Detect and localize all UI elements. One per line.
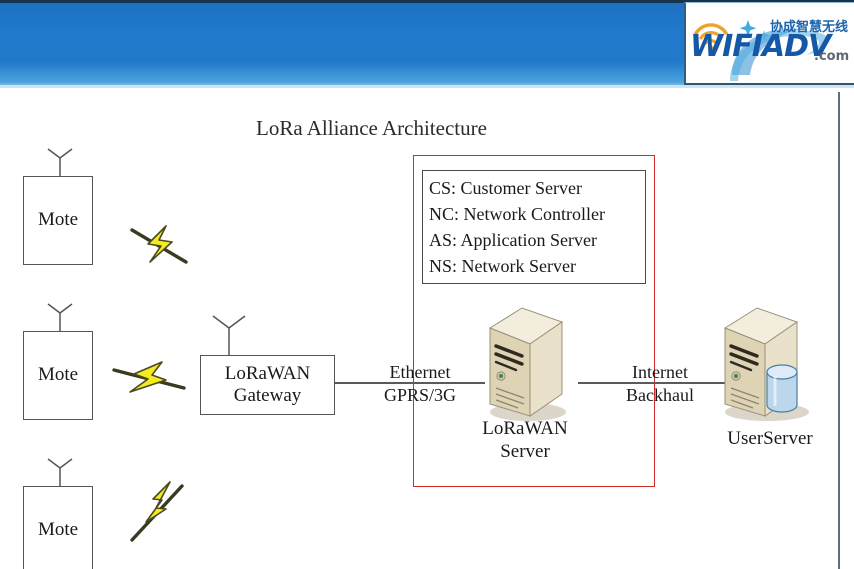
server-icon-lorawan-server[interactable]: [470, 300, 580, 425]
server-caption-lorawan-server-line1: LoRaWAN: [482, 418, 568, 439]
antenna-icon-mote-2: [47, 303, 73, 333]
legend-line-as: AS: Application Server: [429, 230, 597, 250]
gateway-label-line2: Gateway: [233, 385, 302, 406]
link-label-ethernet: Ethernet: [389, 362, 451, 382]
lightning-bolt-icon-mote-2: [112, 361, 186, 393]
node-mote-3[interactable]: Mote: [23, 486, 93, 569]
page-right-border: [838, 92, 840, 569]
legend-line-ns: NS: Network Server: [429, 256, 576, 276]
gateway-label-line1: LoRaWAN: [224, 362, 311, 384]
page-title: LoRa Alliance Architecture: [256, 116, 487, 140]
screenshot-root: 协成智慧无线 WIFIADV .com LoRa Alliance Archit…: [0, 0, 854, 569]
node-mote-2[interactable]: Mote: [23, 331, 93, 420]
node-mote-2-label: Mote: [37, 364, 79, 386]
database-icon-user-server: [766, 364, 798, 413]
node-mote-1[interactable]: Mote: [23, 176, 93, 265]
link-label-gprs3g: GPRS/3G: [383, 385, 457, 405]
legend-line-cs: CS: Customer Server: [429, 178, 582, 198]
logo-dotcom-suffix: .com: [814, 49, 850, 64]
lightning-bolt-icon-mote-3: [130, 481, 184, 542]
server-caption-user-server-line1: UserServer: [727, 428, 813, 449]
antenna-icon-mote-1: [47, 148, 73, 178]
lightning-bolt-icon-mote-1: [130, 225, 188, 264]
antenna-icon-gateway: [212, 315, 246, 355]
link-label-internet: Internet: [632, 362, 688, 382]
node-mote-3-label: Mote: [37, 519, 79, 541]
legend-line-nc: NC: Network Controller: [429, 204, 605, 224]
server-caption-lorawan-server-line2: Server: [500, 441, 550, 462]
link-label-backhaul: Backhaul: [626, 385, 694, 405]
logo-wordmark: WIFIADV: [690, 29, 831, 64]
page-header-bar: 协成智慧无线 WIFIADV .com: [0, 0, 854, 88]
server-icon-user-server[interactable]: [705, 300, 830, 425]
antenna-icon-mote-3: [47, 458, 73, 488]
node-mote-1-label: Mote: [37, 209, 79, 231]
site-logo-panel[interactable]: 协成智慧无线 WIFIADV .com: [684, 2, 854, 85]
node-lorawan-gateway[interactable]: LoRaWAN Gateway: [200, 355, 335, 415]
legend-box: CS: Customer Server NC: Network Controll…: [422, 170, 646, 284]
